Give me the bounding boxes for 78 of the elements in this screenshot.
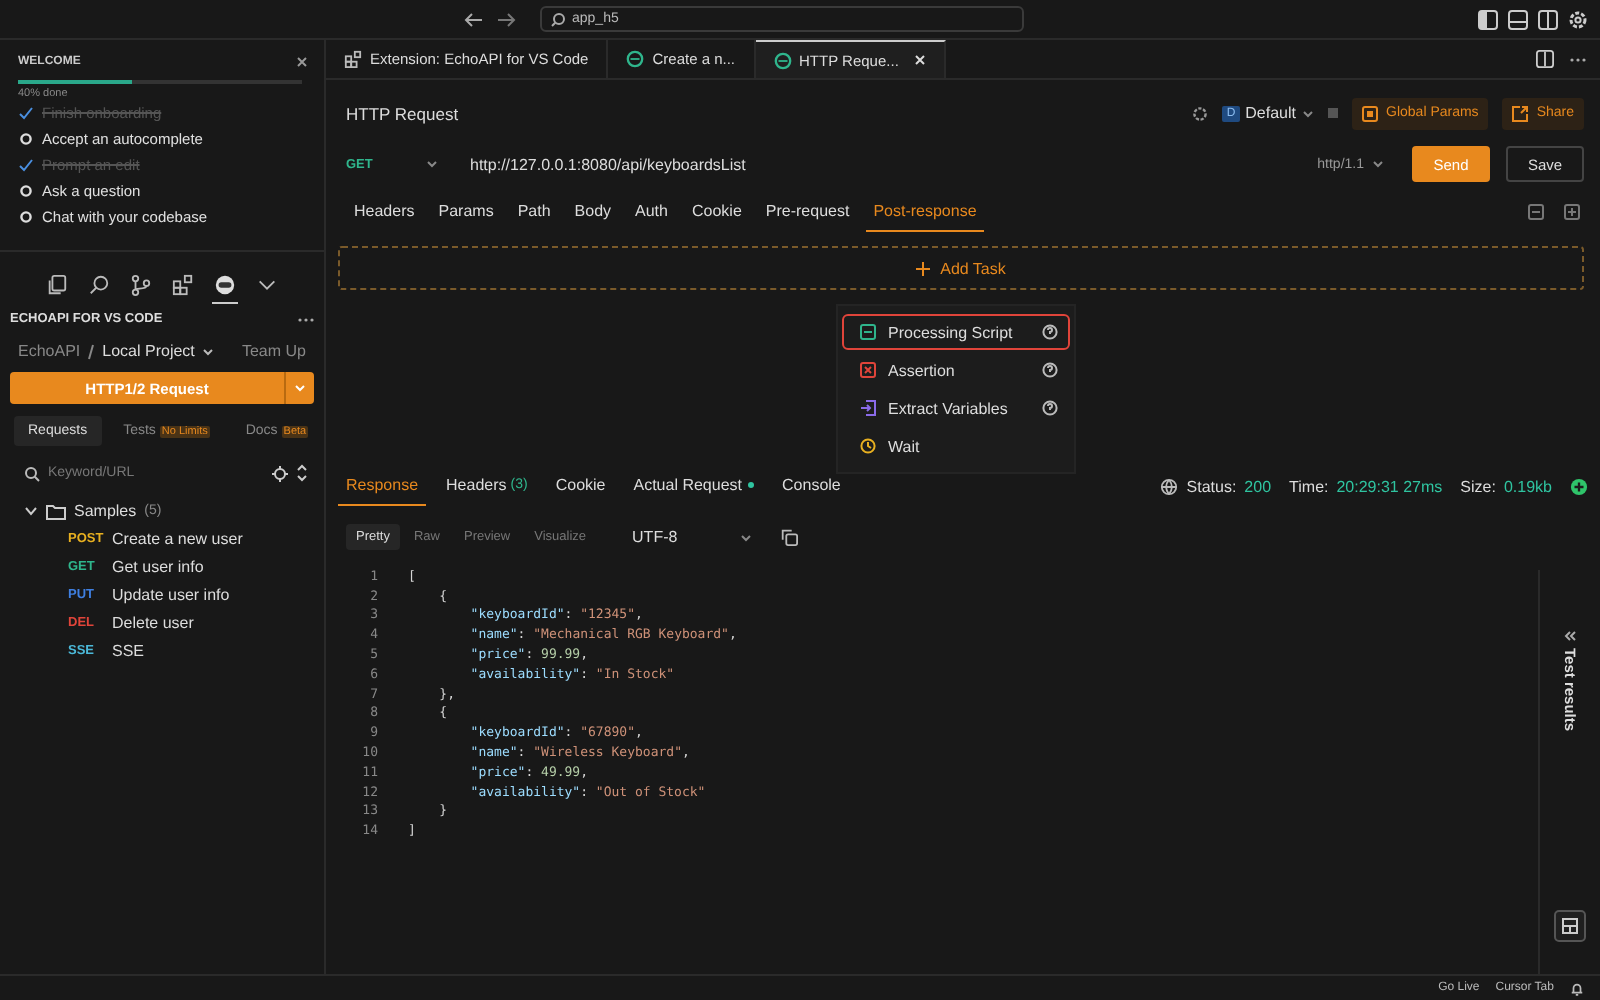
search-icon: [550, 11, 566, 27]
task-menu-item[interactable]: Assertion: [842, 352, 1070, 388]
status-value: 200: [1244, 477, 1272, 495]
locate-icon[interactable]: [272, 465, 288, 481]
request-tab[interactable]: Auth: [627, 192, 676, 232]
chevron-down-icon: [426, 160, 438, 168]
request-tab[interactable]: Post-response: [865, 192, 985, 232]
globe-icon[interactable]: [1160, 477, 1179, 495]
wait-icon: [860, 438, 876, 454]
search-icon: [24, 465, 40, 481]
settings-icon[interactable]: [1568, 9, 1588, 29]
close-icon[interactable]: [296, 56, 308, 68]
team-up-link[interactable]: Team Up: [241, 342, 306, 360]
copy-icon[interactable]: [780, 528, 799, 546]
forward-icon[interactable]: [496, 11, 516, 27]
status-label: Status:: [1186, 477, 1237, 495]
chevron-down-icon: [1372, 160, 1384, 168]
folder-name[interactable]: Samples: [74, 502, 137, 520]
new-request-menu-button[interactable]: [284, 372, 314, 404]
blocks-icon: [344, 50, 362, 68]
collapse-icon[interactable]: [1528, 204, 1544, 220]
request-tab[interactable]: Pre-request: [757, 192, 858, 232]
share-icon: [1512, 105, 1529, 121]
bell-icon[interactable]: [1570, 981, 1584, 995]
help-icon[interactable]: [1042, 400, 1058, 416]
extract-icon: [860, 400, 876, 416]
chevron-down-icon[interactable]: [202, 347, 215, 355]
expand-icon[interactable]: [1564, 204, 1580, 220]
project-dropdown[interactable]: Local Project: [102, 342, 195, 360]
chevron-icon[interactable]: [24, 504, 38, 518]
split-editor-icon[interactable]: [1536, 50, 1554, 68]
encoding-dropdown[interactable]: UTF-8: [632, 528, 753, 546]
response-tab[interactable]: Response: [338, 466, 427, 506]
settings-icon[interactable]: [1192, 105, 1209, 121]
help-icon[interactable]: [1042, 362, 1058, 378]
layout-icon[interactable]: [1554, 910, 1586, 942]
request-tab[interactable]: Cookie: [683, 192, 750, 232]
time-value: 20:29:31 27ms: [1336, 477, 1443, 495]
stop-icon[interactable]: [1328, 108, 1339, 118]
back-icon[interactable]: [464, 11, 484, 27]
double-chevron-icon[interactable]: [1564, 630, 1576, 642]
request-tab[interactable]: Headers: [346, 192, 423, 232]
chevron-down-icon: [740, 533, 753, 541]
help-icon[interactable]: [1042, 324, 1058, 340]
url-field[interactable]: http://127.0.0.1:8080/api/keyboardsList: [470, 155, 1302, 173]
folder-icon: [46, 503, 66, 519]
request-title: HTTP Request: [346, 103, 459, 123]
add-task-button[interactable]: Add Task: [338, 246, 1584, 290]
params-icon: [1362, 105, 1379, 121]
api-icon: [626, 50, 645, 68]
add-icon[interactable]: [1570, 477, 1588, 495]
size-value: 0.19kb: [1503, 477, 1552, 495]
panel-toggle-icon[interactable]: [1508, 9, 1528, 29]
expand-collapse-icon[interactable]: [296, 464, 308, 482]
plus-icon: [916, 261, 931, 275]
api-icon: [773, 51, 792, 69]
response-tab[interactable]: Cookie: [547, 466, 614, 506]
chevron-down-icon: [1302, 109, 1315, 117]
request-tab[interactable]: Path: [509, 192, 559, 232]
task-menu-item[interactable]: Processing Script: [842, 314, 1070, 350]
task-menu-item[interactable]: Extract Variables: [842, 390, 1070, 426]
request-name[interactable]: Delete user: [112, 614, 194, 632]
workspace-link[interactable]: EchoAPI: [18, 342, 81, 360]
request-name[interactable]: Get user info: [112, 558, 204, 576]
breadcrumb-separator-icon: [88, 343, 95, 359]
response-tab[interactable]: Console: [774, 466, 849, 506]
sidebar-toggle-icon[interactable]: [1478, 9, 1498, 29]
task-menu-item[interactable]: Wait: [842, 428, 1070, 464]
split-layout-icon[interactable]: [1538, 9, 1558, 29]
request-name[interactable]: SSE: [112, 642, 145, 660]
size-label: Size:: [1460, 477, 1496, 495]
request-name[interactable]: Update user info: [112, 586, 230, 604]
request-tab[interactable]: Body: [566, 192, 620, 232]
chevron-down-icon: [294, 384, 306, 392]
request-tab[interactable]: Params: [430, 192, 502, 232]
time-label: Time:: [1289, 477, 1329, 495]
response-tab[interactable]: Actual Request: [625, 466, 763, 506]
request-name[interactable]: Create a new user: [112, 530, 243, 548]
